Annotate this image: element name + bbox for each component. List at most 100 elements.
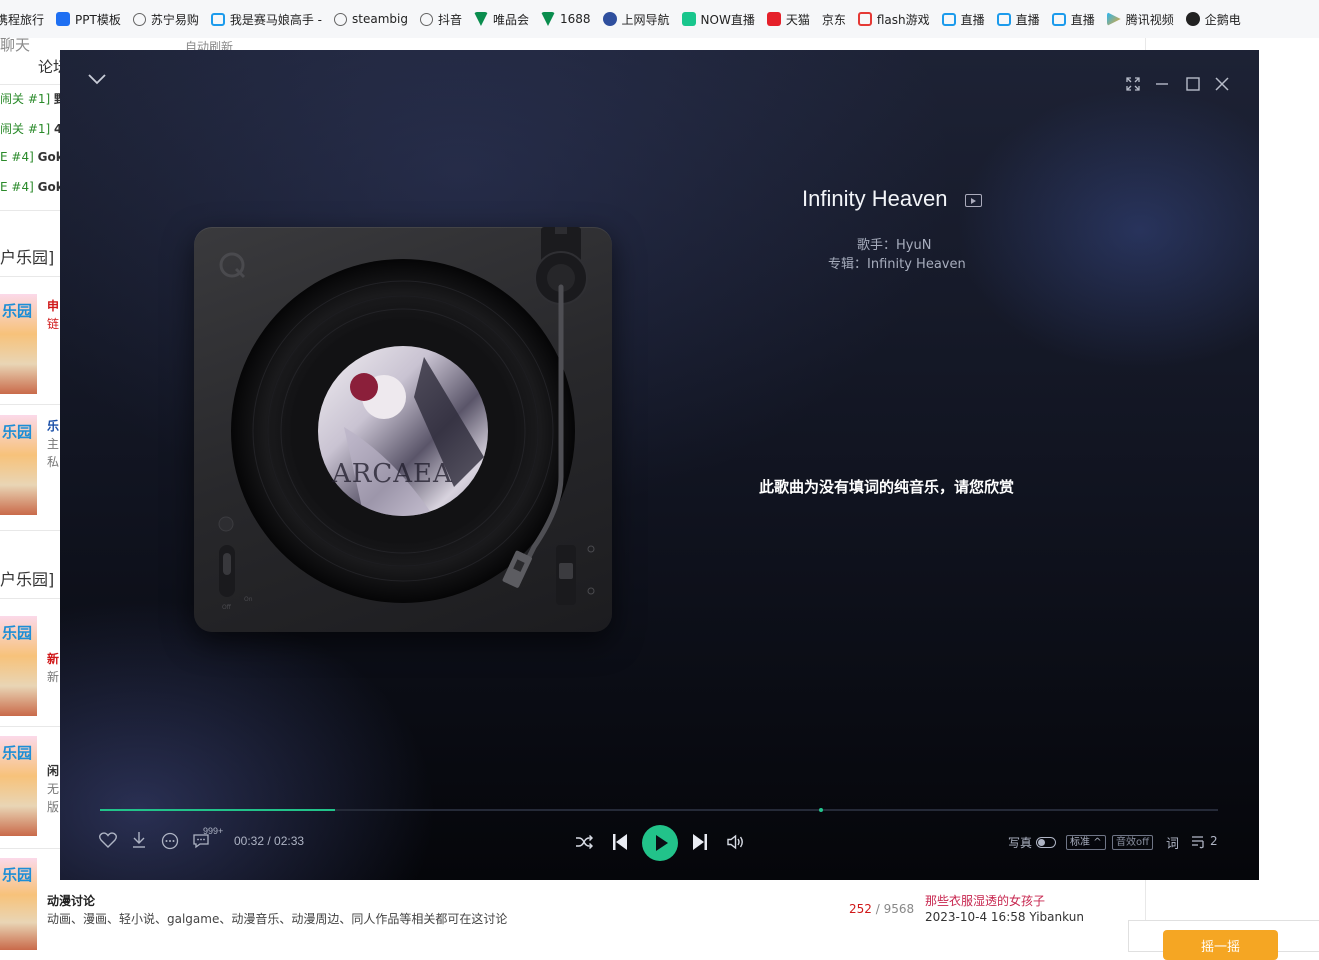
board-desc: 主 xyxy=(47,437,60,451)
like-heart-icon[interactable] xyxy=(99,832,117,848)
photo-mode-toggle[interactable] xyxy=(1036,837,1056,848)
bookmark-label: 腾讯视频 xyxy=(1125,12,1174,27)
shuffle-icon[interactable] xyxy=(575,834,593,850)
maximize-icon[interactable] xyxy=(1186,77,1200,91)
quality-selector[interactable]: 标准 ^ xyxy=(1066,835,1106,850)
quality-label: 标准 xyxy=(1070,837,1090,848)
bookmark-item[interactable]: 直播 xyxy=(996,11,1040,28)
previous-track-icon[interactable] xyxy=(612,833,628,851)
volume-icon[interactable] xyxy=(727,834,745,850)
lyrics-button[interactable]: 词 xyxy=(1166,833,1179,852)
bookmark-label: 我是赛马娘高手 - xyxy=(229,12,322,27)
playlist-count: 2 xyxy=(1210,834,1218,848)
bookmark-item[interactable]: NOW直播 xyxy=(681,11,755,28)
bookmark-label: 天猫 xyxy=(785,12,810,27)
bilibili-icon xyxy=(941,12,956,26)
bookmark-label: 京东 xyxy=(821,12,846,27)
board-desc: 无 xyxy=(47,782,60,796)
album-art-text: ARCAEA xyxy=(331,459,453,489)
board-title[interactable]: 乐 xyxy=(47,417,59,434)
total-time: 02:33 xyxy=(274,834,305,848)
bookmark-item[interactable]: 直播 xyxy=(1051,11,1095,28)
board-title[interactable]: 闲 xyxy=(47,762,59,779)
board-thumbnail[interactable]: 乐园 xyxy=(0,294,37,394)
album-link[interactable]: Infinity Heaven xyxy=(867,257,966,272)
minimize-icon[interactable] xyxy=(1155,82,1169,86)
bookmark-label: 企鹅电 xyxy=(1204,12,1241,27)
bookmarks-bar: 携程旅行 PPT模板 苏宁易购 我是赛马娘高手 - steambig 抖音 唯品会 1688 上… xyxy=(0,0,1319,39)
next-track-icon[interactable] xyxy=(692,833,708,851)
last-post-meta: 2023-10-4 16:58 Yibankun xyxy=(925,910,1084,924)
progress-bar[interactable] xyxy=(100,809,1218,811)
last-post-title[interactable]: 那些衣服湿透的女孩子 xyxy=(925,892,1045,909)
board-stats: 252 / 9568 xyxy=(849,902,915,916)
bookmark-item[interactable]: 携程旅行 xyxy=(0,11,44,28)
collapse-chevron-icon[interactable] xyxy=(87,72,107,86)
playback-time: 00:32 / 02:33 xyxy=(234,834,305,848)
bookmark-label: flash游戏 xyxy=(876,12,930,27)
fullscreen-icon[interactable] xyxy=(1126,77,1140,91)
board-thumbnail[interactable]: 乐园 xyxy=(0,415,37,515)
vip-icon xyxy=(473,12,488,26)
sound-effect-button[interactable]: 音效off xyxy=(1112,835,1154,850)
album-label: 专辑： xyxy=(828,257,868,272)
play-button[interactable] xyxy=(642,825,678,861)
bookmark-item[interactable]: 天猫 xyxy=(766,11,810,28)
bookmark-item[interactable]: steambig xyxy=(334,12,408,26)
mv-icon[interactable] xyxy=(965,194,982,207)
nav-icon xyxy=(602,12,617,26)
bookmark-item[interactable]: 苏宁易购 xyxy=(132,11,199,28)
progress-fill xyxy=(100,809,335,811)
board-thumbnail[interactable]: 乐园 xyxy=(0,736,37,836)
photo-mode-label[interactable]: 写真 xyxy=(1008,834,1032,851)
bookmark-item[interactable]: 抖音 xyxy=(419,11,462,28)
bookmark-item[interactable]: 上网导航 xyxy=(602,11,670,28)
bookmark-item[interactable]: 京东 xyxy=(822,11,846,28)
bookmark-label: NOW直播 xyxy=(700,12,755,27)
bilibili-icon xyxy=(210,12,225,26)
board-thumbnail[interactable]: 乐园 xyxy=(0,858,37,950)
bookmark-item[interactable]: 直播 xyxy=(941,11,985,28)
bookmark-label: PPT模板 xyxy=(75,12,121,27)
close-icon[interactable] xyxy=(1215,77,1229,91)
tmall-icon xyxy=(766,12,781,26)
ppt-template-icon xyxy=(56,12,71,26)
brand-logo-icon xyxy=(219,252,246,279)
turntable: ARCAEA Off On xyxy=(194,202,612,632)
download-icon[interactable] xyxy=(131,831,147,849)
artist-label: 歌手： xyxy=(857,238,897,253)
bookmark-item[interactable]: 唯品会 xyxy=(473,11,529,28)
board-desc: 链 xyxy=(47,317,60,331)
board-title[interactable]: 新 xyxy=(47,650,59,667)
artist-link[interactable]: HyuN xyxy=(896,238,931,253)
board-desc: 版 xyxy=(47,800,60,814)
bookmark-label: 唯品会 xyxy=(492,12,529,27)
board-title[interactable]: 动漫讨论 xyxy=(47,892,95,909)
board-title[interactable]: 申 xyxy=(47,297,59,314)
shake-button[interactable]: 摇一摇 xyxy=(1163,930,1278,960)
bookmark-item[interactable]: flash游戏 xyxy=(857,11,930,28)
board-desc: 私 xyxy=(47,455,60,469)
bookmark-item[interactable]: PPT模板 xyxy=(56,11,121,28)
bookmark-label: 直播 xyxy=(1070,12,1095,27)
now-icon xyxy=(681,12,696,26)
thread-row[interactable]: 闹关 #1] 野 xyxy=(0,90,66,107)
chat-tab[interactable]: 聊天 xyxy=(0,34,30,55)
bookmark-item[interactable]: 1688 xyxy=(540,12,591,26)
playlist-icon[interactable] xyxy=(1191,835,1207,849)
penguin-icon xyxy=(1185,12,1200,26)
board-thumbnail[interactable]: 乐园 xyxy=(0,616,37,716)
bookmark-label: 上网导航 xyxy=(621,12,670,27)
more-options-icon[interactable] xyxy=(161,832,179,850)
bilibili-icon xyxy=(996,12,1011,26)
bookmark-label: 直播 xyxy=(960,12,985,27)
svg-text:Off: Off xyxy=(222,604,232,611)
bookmark-item[interactable]: 企鹅电 xyxy=(1185,11,1241,28)
bookmark-label: 苏宁易购 xyxy=(150,12,199,27)
bookmark-item[interactable]: 腾讯视频 xyxy=(1106,11,1174,28)
bookmark-item[interactable]: 我是赛马娘高手 - xyxy=(210,11,322,28)
bookmark-label: 抖音 xyxy=(437,12,462,27)
power-knob[interactable] xyxy=(218,516,234,532)
song-title: Infinity Heaven xyxy=(802,186,948,211)
globe-icon xyxy=(334,12,347,26)
